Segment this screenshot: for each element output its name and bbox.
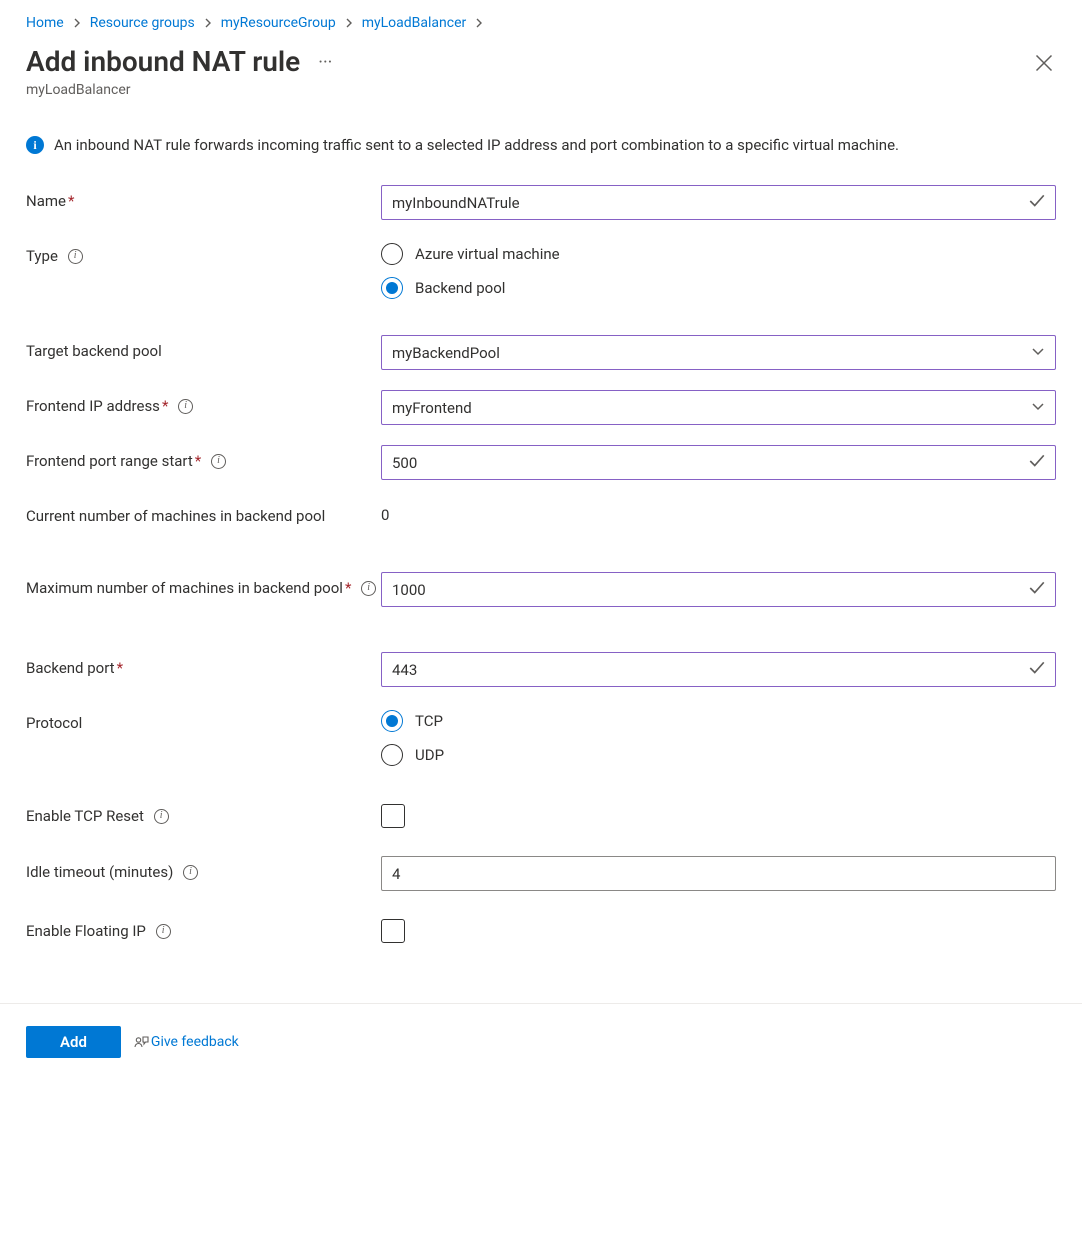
radio-outline-icon — [381, 243, 403, 265]
info-hint-icon[interactable]: i — [156, 924, 171, 939]
info-icon: i — [26, 136, 44, 154]
label-max-machines: Maximum number of machines in backend po… — [26, 572, 381, 600]
row-frontend-ip: Frontend IP address* i — [26, 390, 1056, 425]
row-current-machines: Current number of machines in backend po… — [26, 500, 1056, 552]
floating-ip-checkbox[interactable] — [381, 919, 405, 943]
row-backend-port: Backend port* — [26, 652, 1056, 687]
footer: Add Give feedback — [0, 1003, 1082, 1086]
row-idle-timeout: Idle timeout (minutes) i — [26, 856, 1056, 891]
info-hint-icon[interactable]: i — [68, 249, 83, 264]
row-protocol: Protocol TCP UDP — [26, 707, 1056, 770]
breadcrumb: Home Resource groups myResourceGroup myL… — [26, 15, 1056, 31]
add-button[interactable]: Add — [26, 1026, 121, 1058]
radio-type-backend-pool[interactable]: Backend pool — [381, 277, 1056, 299]
label-name: Name* — [26, 185, 381, 213]
info-banner: i An inbound NAT rule forwards incoming … — [26, 134, 1056, 157]
info-hint-icon[interactable]: i — [211, 454, 226, 469]
feedback-icon — [133, 1034, 149, 1050]
chevron-right-icon — [344, 18, 354, 28]
label-protocol: Protocol — [26, 707, 381, 735]
row-name: Name* — [26, 185, 1056, 220]
idle-timeout-input[interactable] — [381, 856, 1056, 891]
backend-port-input[interactable] — [381, 652, 1056, 687]
row-floating-ip: Enable Floating IP i — [26, 915, 1056, 943]
label-backend-port: Backend port* — [26, 652, 381, 680]
radio-type-avm[interactable]: Azure virtual machine — [381, 243, 1056, 265]
breadcrumb-my-load-balancer[interactable]: myLoadBalancer — [362, 15, 467, 31]
row-type: Type i Azure virtual machine Backend poo… — [26, 240, 1056, 303]
label-idle-timeout: Idle timeout (minutes) i — [26, 856, 381, 884]
max-machines-input[interactable] — [381, 572, 1056, 607]
info-hint-icon[interactable]: i — [154, 809, 169, 824]
radio-outline-icon — [381, 277, 403, 299]
label-current-machines: Current number of machines in backend po… — [26, 500, 381, 528]
chevron-right-icon — [474, 18, 484, 28]
label-floating-ip: Enable Floating IP i — [26, 915, 381, 943]
radio-outline-icon — [381, 710, 403, 732]
target-backend-pool-select[interactable] — [381, 335, 1056, 370]
info-hint-icon[interactable]: i — [178, 399, 193, 414]
breadcrumb-home[interactable]: Home — [26, 15, 64, 31]
row-target-backend-pool: Target backend pool — [26, 335, 1056, 370]
radio-outline-icon — [381, 744, 403, 766]
label-frontend-ip: Frontend IP address* i — [26, 390, 381, 418]
label-type: Type i — [26, 240, 381, 268]
page-title: Add inbound NAT rule — [26, 45, 300, 78]
info-hint-icon[interactable]: i — [361, 581, 376, 596]
name-input[interactable] — [381, 185, 1056, 220]
radio-protocol-tcp[interactable]: TCP — [381, 710, 1056, 732]
row-frontend-port-start: Frontend port range start* i — [26, 445, 1056, 480]
page-header: Add inbound NAT rule ··· — [26, 45, 1056, 78]
chevron-right-icon — [72, 18, 82, 28]
row-tcp-reset: Enable TCP Reset i — [26, 800, 1056, 828]
label-target-backend-pool: Target backend pool — [26, 335, 381, 363]
frontend-port-start-input[interactable] — [381, 445, 1056, 480]
close-button[interactable] — [1034, 53, 1056, 75]
info-text: An inbound NAT rule forwards incoming tr… — [54, 134, 899, 157]
tcp-reset-checkbox[interactable] — [381, 804, 405, 828]
breadcrumb-my-resource-group[interactable]: myResourceGroup — [221, 15, 336, 31]
label-tcp-reset: Enable TCP Reset i — [26, 800, 381, 828]
label-frontend-port-start: Frontend port range start* i — [26, 445, 381, 473]
give-feedback-link[interactable]: Give feedback — [133, 1034, 239, 1050]
breadcrumb-resource-groups[interactable]: Resource groups — [90, 15, 195, 31]
more-actions-button[interactable]: ··· — [314, 54, 336, 72]
chevron-right-icon — [203, 18, 213, 28]
radio-protocol-udp[interactable]: UDP — [381, 744, 1056, 766]
page-subtitle: myLoadBalancer — [26, 82, 1056, 98]
info-hint-icon[interactable]: i — [183, 865, 198, 880]
current-machines-value: 0 — [381, 500, 1056, 524]
frontend-ip-select[interactable] — [381, 390, 1056, 425]
row-max-machines: Maximum number of machines in backend po… — [26, 572, 1056, 624]
